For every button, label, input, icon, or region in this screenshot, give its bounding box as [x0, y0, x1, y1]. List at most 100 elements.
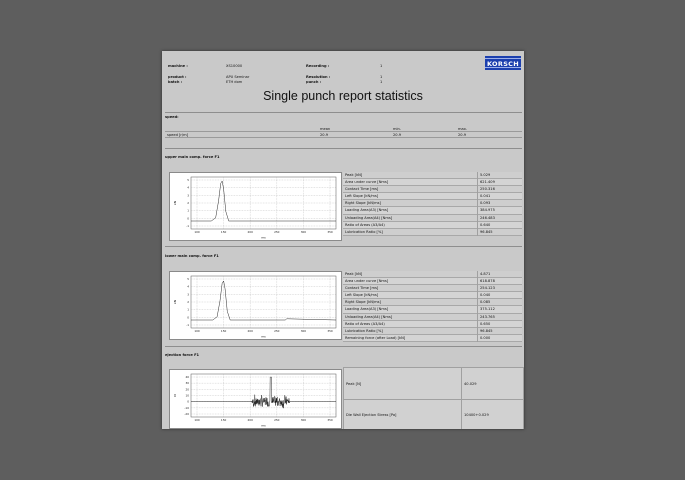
param-row: Left Slope [kN/ms] 0.041: [343, 193, 522, 201]
y-axis-label: kN: [173, 300, 177, 304]
speed-min: 20.9: [393, 132, 402, 137]
batch-label: batch :: [168, 79, 183, 84]
param-row: Unloading Area(A4) [Nms] 246.483: [343, 214, 522, 222]
batch-value: ETH dom: [226, 79, 243, 84]
param-label: Left Slope [kN/ms]: [345, 293, 379, 298]
param-label: Area under curve [Nms]: [345, 180, 389, 185]
y-tick-label: 5: [187, 277, 189, 281]
param-label: Peak [kN]: [345, 173, 363, 177]
param-value: 621.409: [480, 180, 495, 185]
param-row: Loading Area(A3) [Nms] 384.975: [343, 207, 522, 215]
y-tick-label: 5: [187, 178, 189, 182]
y-tick-label: 1: [187, 308, 189, 312]
column-divider: [477, 172, 478, 236]
machine-value: XS10000: [226, 64, 243, 68]
x-tick-label: 150: [221, 329, 227, 333]
divider: [165, 148, 522, 149]
x-tick-label: 100: [194, 329, 200, 333]
y-tick-label: -10: [184, 406, 189, 410]
speed-row-label: speed [r/m]: [167, 132, 188, 137]
y-tick-label: 0: [187, 315, 189, 319]
speed-max: 20.9: [458, 132, 467, 137]
speed-header-min: min.: [393, 126, 401, 131]
param-value: 0.640: [480, 222, 491, 227]
ejection-param-row: Peak [N] 40.029: [344, 368, 523, 400]
lower-force-title: lower main comp. force F1: [165, 254, 219, 258]
punch-label: punch :: [306, 79, 322, 84]
y-tick-label: 4: [187, 186, 189, 190]
x-tick-label: 250: [274, 329, 280, 333]
y-tick-label: -1: [186, 224, 189, 228]
ejection-force-chart: 40 30 20 10 0 -10 -20 100 150 200 250 300 350 ms N: [169, 369, 342, 429]
x-tick-label: 200: [248, 230, 254, 234]
speed-table: mean min. max. speed [r/m] 20.9 20.9 20.…: [165, 126, 522, 138]
y-tick-label: 30: [185, 381, 189, 385]
param-row: Lubrication Ratio [%] 96.845: [343, 228, 522, 236]
upper-force-params: Peak [kN] 5.029 Area under curve [Nms] 621.…: [343, 172, 522, 236]
lower-force-params: Peak [kN] 4.871 Area under curve [Nms] 618.…: [343, 271, 522, 342]
product-label: product :: [168, 75, 187, 79]
y-tick-label: 20: [185, 387, 189, 391]
param-row: Peak [kN] 4.871: [343, 271, 522, 279]
speed-section-title: speed:: [165, 115, 179, 119]
speed-header-mean: mean: [320, 126, 331, 131]
param-label: Ratio of Areas (A3/A4): [345, 321, 385, 326]
param-value: 375.112: [480, 307, 495, 312]
param-value: 0.000: [480, 335, 491, 340]
param-label: Right Slope [kN/ms]: [345, 300, 381, 305]
y-tick-label: 0: [187, 216, 189, 220]
y-tick-label: 10: [185, 394, 189, 398]
x-tick-label: 100: [194, 230, 200, 234]
param-label: Loading Area(A3) [Nms]: [345, 208, 389, 213]
x-tick-label: 250: [274, 230, 280, 234]
param-row: Remaining force (after Load) [kN] 0.000: [343, 334, 522, 342]
param-row: Ratio of Areas (A3/A4) 0.640: [343, 221, 522, 229]
divider: [165, 112, 522, 113]
x-tick-label: 250: [274, 418, 280, 422]
param-value: 0.041: [480, 194, 491, 199]
upper-force-chart: 5 4 3 2 1 0 -1 100 150 200 250 300 350 ms kN: [169, 172, 342, 241]
param-value: 96.845: [480, 229, 493, 234]
column-divider: [461, 368, 462, 429]
x-axis-label: ms: [261, 335, 266, 339]
y-tick-label: 2: [187, 201, 189, 205]
param-value: 4.871: [480, 272, 491, 276]
param-value: 384.975: [480, 208, 495, 213]
divider: [165, 246, 522, 247]
param-row: Unloading Area(A4) [Nms] 243.765: [343, 313, 522, 321]
param-row: Right Slope [kN/ms] 0.093: [343, 200, 522, 208]
punch-value: 1: [380, 79, 383, 84]
param-value: 0.093: [480, 201, 491, 206]
logo-text: KORSCH: [487, 60, 519, 68]
param-row: Ratio of Areas (A3/A4) 0.650: [343, 320, 522, 328]
param-value: 0.040: [480, 293, 491, 298]
y-tick-label: 4: [187, 285, 189, 289]
y-axis-label: N: [173, 394, 177, 396]
x-tick-label: 200: [248, 418, 254, 422]
machine-label: machine :: [168, 64, 188, 68]
report-title: Single punch report statistics: [263, 89, 423, 103]
param-value: 96.845: [480, 328, 493, 333]
ejection-force-params: Peak [N] 40.029 Die Wall Ejection Stress…: [343, 367, 524, 429]
param-label: Unloading Area(A4) [Nms]: [345, 314, 393, 319]
resolution-label: Resolution :: [306, 75, 331, 79]
speed-header-max: max.: [458, 126, 467, 131]
param-row: Lubrication Ratio [%] 96.845: [343, 327, 522, 335]
x-tick-label: 300: [301, 230, 307, 234]
param-label: Right Slope [kN/ms]: [345, 201, 381, 206]
param-value: 250.316: [480, 187, 495, 192]
param-label: Remaining force (after Load) [kN]: [345, 335, 406, 340]
korsch-logo: KORSCH: [485, 56, 521, 70]
x-axis-label: ms: [261, 424, 266, 428]
upper-force-title: upper main comp. force F1: [165, 155, 220, 159]
param-label: Left Slope [kN/ms]: [345, 194, 379, 199]
param-label: Lubrication Ratio [%]: [345, 229, 383, 234]
speed-value-row: speed [r/m] 20.9 20.9 20.9: [165, 132, 522, 138]
report-page: machine : XS10000 Recording : 1 product …: [162, 51, 524, 429]
y-tick-label: 2: [187, 300, 189, 304]
param-label: Contact Time [ms]: [345, 286, 379, 291]
x-tick-label: 300: [301, 329, 307, 333]
param-row: Peak [kN] 5.029: [343, 172, 522, 180]
x-tick-label: 350: [327, 329, 333, 333]
ejection-param-row: Die Wall Ejection Stress [Pa] 10400+0.02…: [344, 399, 523, 429]
